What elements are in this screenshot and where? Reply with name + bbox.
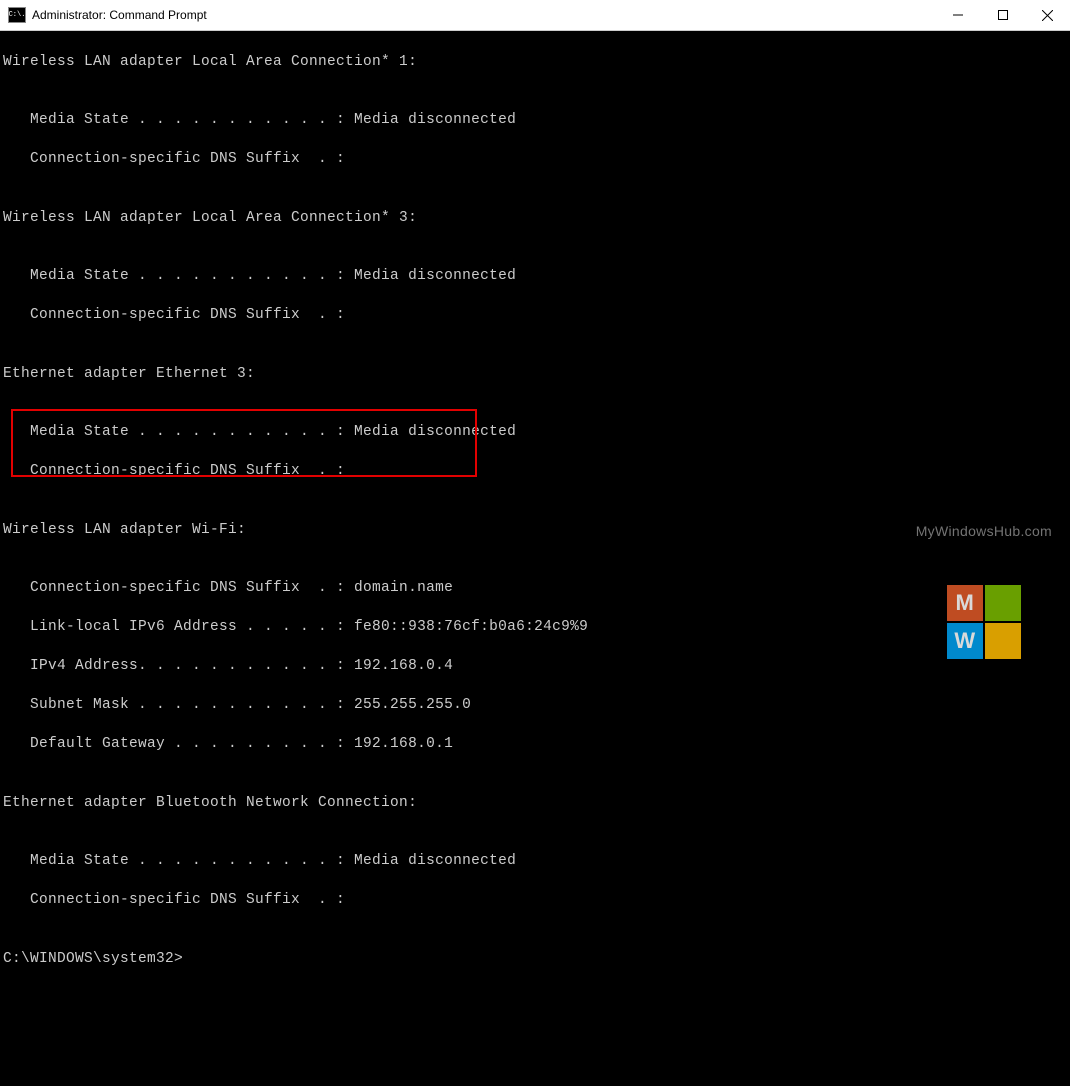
output-line: Connection-specific DNS Suffix . : [3,306,1070,326]
close-button[interactable] [1025,0,1070,30]
command-prompt-window: C:\. Administrator: Command Prompt Wirel… [0,0,1070,633]
window-title: Administrator: Command Prompt [32,8,207,22]
output-line: Wireless LAN adapter Local Area Connecti… [3,53,1070,73]
output-line: Media State . . . . . . . . . . . : Medi… [3,111,1070,131]
output-line: Link-local IPv6 Address . . . . . : fe80… [3,618,1070,638]
output-line: Media State . . . . . . . . . . . : Medi… [3,852,1070,872]
titlebar[interactable]: C:\. Administrator: Command Prompt [0,0,1070,31]
output-line: Media State . . . . . . . . . . . : Medi… [3,267,1070,287]
prompt-line: C:\WINDOWS\system32> [3,950,1070,970]
output-line: Ethernet adapter Bluetooth Network Conne… [3,794,1070,814]
maximize-button[interactable] [980,0,1025,30]
output-line: IPv4 Address. . . . . . . . . . . : 192.… [3,657,1070,677]
output-line: Default Gateway . . . . . . . . . : 192.… [3,735,1070,755]
terminal-output[interactable]: Wireless LAN adapter Local Area Connecti… [0,31,1070,1086]
titlebar-controls [935,0,1070,30]
output-line: Connection-specific DNS Suffix . : [3,462,1070,482]
cmd-icon: C:\. [8,7,26,23]
output-line: Wireless LAN adapter Wi-Fi: [3,521,1070,541]
output-line: Connection-specific DNS Suffix . : domai… [3,579,1070,599]
output-line: Media State . . . . . . . . . . . : Medi… [3,423,1070,443]
output-line: Connection-specific DNS Suffix . : [3,150,1070,170]
titlebar-left: C:\. Administrator: Command Prompt [0,7,207,23]
output-line: Subnet Mask . . . . . . . . . . . : 255.… [3,696,1070,716]
minimize-button[interactable] [935,0,980,30]
output-line: Wireless LAN adapter Local Area Connecti… [3,209,1070,229]
output-line: Connection-specific DNS Suffix . : [3,891,1070,911]
output-line: Ethernet adapter Ethernet 3: [3,365,1070,385]
